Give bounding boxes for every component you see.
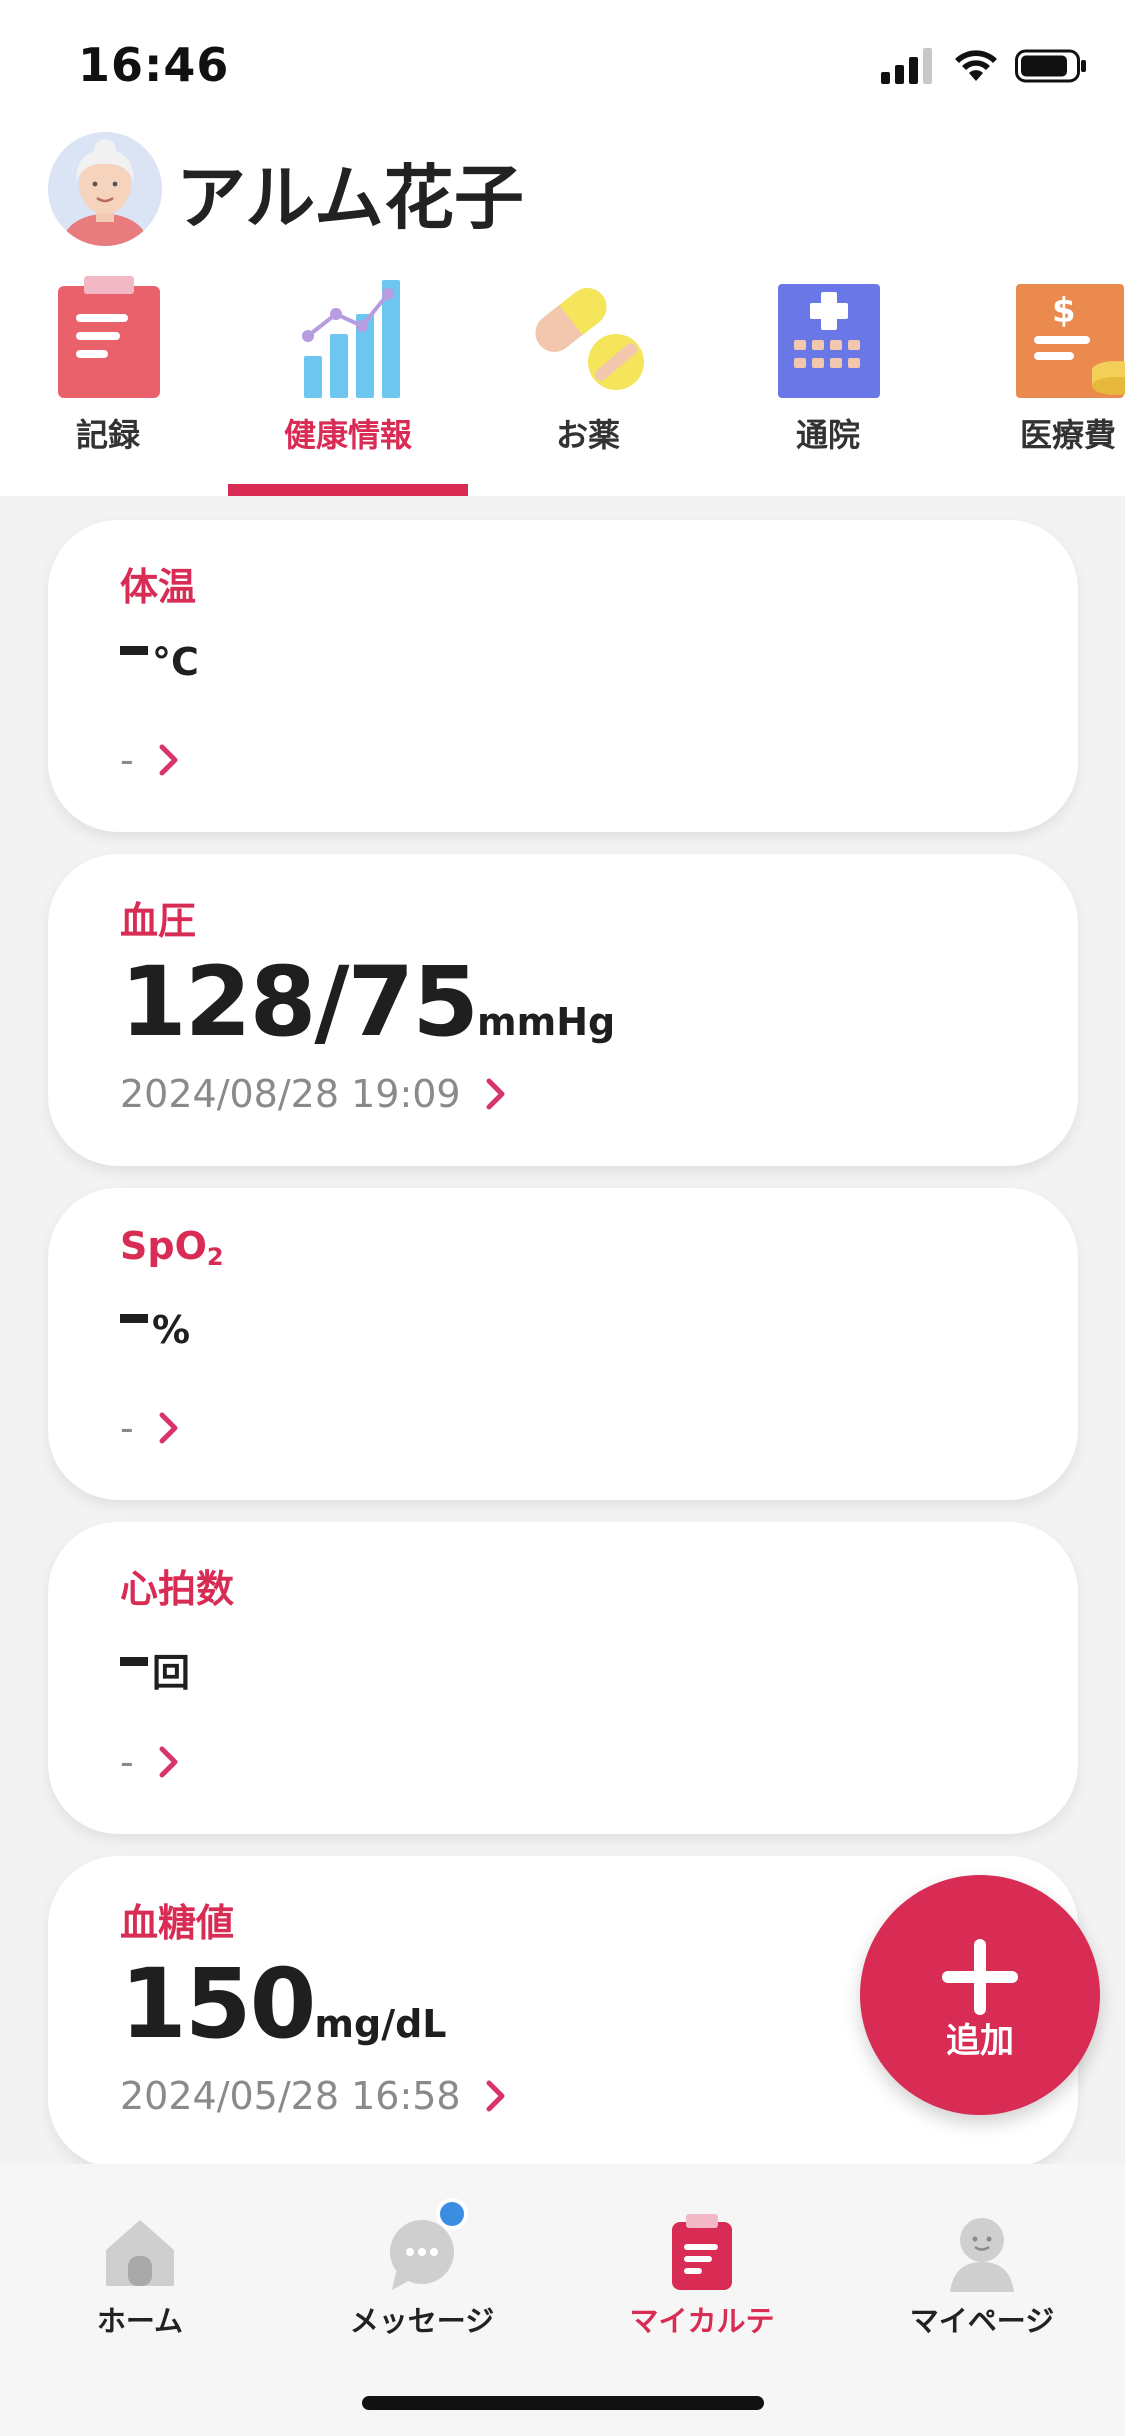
avatar [48,132,162,246]
card-title: SpO2 [120,1224,224,1271]
card-value: % [120,1308,190,1352]
active-tab-indicator [228,484,468,496]
wifi-icon [955,50,997,81]
card-date: - [120,1406,180,1454]
card-value: 回 [120,1642,190,1697]
pill-icon [535,288,644,390]
chart-icon [302,280,400,398]
card-number: 150 [120,1948,316,2060]
nav-my-page[interactable]: マイページ [842,2212,1122,2352]
chevron-right-icon [158,1410,180,1454]
tab-label: お薬 [555,416,620,454]
empty-value-dash [120,646,148,655]
tab-hospital-visit[interactable]: 通院 [708,262,948,496]
tab-label: 健康情報 [283,416,412,454]
chevron-right-icon [485,2078,507,2122]
card-date: 2024/08/28 19:09 [120,1072,507,1120]
nav-label: ホーム [96,2304,184,2338]
card-date-text: 2024/05/28 16:58 [120,2074,461,2118]
card-date-text: - [120,1740,134,1784]
home-icon [106,2220,174,2286]
card-date-text: - [120,1406,134,1450]
tab-record[interactable]: 記録 [0,262,228,496]
card-spo2[interactable]: SpO2 % - [48,1188,1078,1500]
notification-badge [436,2198,468,2230]
empty-value-dash [120,1657,148,1666]
card-heart-rate[interactable]: 心拍数 回 - [48,1522,1078,1834]
hospital-icon [778,284,880,398]
card-unit: 回 [152,1651,191,1695]
card-date: 2024/05/28 16:58 [120,2074,507,2122]
card-title: 体温 [120,565,197,609]
tab-label: 通院 [795,416,860,454]
nav-label: マイページ [909,2304,1055,2338]
card-blood-pressure[interactable]: 血圧 128/75mmHg 2024/08/28 19:09 [48,854,1078,1166]
card-date-text: 2024/08/28 19:09 [120,1072,461,1116]
card-date: - [120,1740,180,1788]
user-name: アルム花子 [176,157,524,239]
nav-my-chart[interactable]: マイカルテ [562,2212,842,2352]
status-time: 16:46 [78,38,230,92]
add-button-label: 追加 [946,2021,1014,2061]
person-icon [950,2218,1014,2292]
svg-text:$: $ [1052,291,1076,331]
status-bar: 16:46 [0,0,1125,130]
medical-bill-icon: $ [1016,284,1125,398]
card-date-text: - [120,738,134,782]
battery-icon [1015,49,1086,83]
card-unit: mmHg [477,1000,616,1044]
category-tabs: 記録 健康情報 お薬 通院 $ 医療費 [0,262,1125,496]
chart-record-icon [672,2214,732,2290]
home-indicator [362,2396,764,2410]
tab-health-info[interactable]: 健康情報 [228,262,468,496]
card-unit: mg/dL [314,2002,447,2046]
empty-value-dash [120,1314,148,1323]
chevron-right-icon [158,1744,180,1788]
card-number: 128/75 [120,946,479,1058]
nav-message[interactable]: メッセージ [282,2198,562,2352]
card-title-subscript: 2 [206,1243,224,1271]
card-body-temperature[interactable]: 体温 °C - [48,520,1078,832]
plus-icon-vertical [974,1939,986,2015]
chevron-right-icon [485,1076,507,1120]
tab-label: 記録 [75,416,140,454]
tab-label: 医療費 [1019,416,1116,454]
card-title: 心拍数 [120,1567,235,1611]
card-unit: °C [152,640,199,684]
add-button[interactable]: 追加 [860,1875,1100,2115]
card-title: 血圧 [120,899,197,943]
chevron-right-icon [158,742,180,786]
nav-label: メッセージ [349,2304,495,2338]
tab-medical-expense[interactable]: $ 医療費 [948,262,1125,496]
tab-medicine[interactable]: お薬 [468,262,708,496]
card-value: 128/75mmHg [120,946,615,1058]
nav-label: マイカルテ [629,2304,775,2338]
signal-icon [881,48,932,84]
card-title-text: SpO [120,1224,207,1268]
clipboard-icon [58,276,160,398]
card-value: °C [120,640,199,684]
card-unit: % [152,1308,191,1352]
nav-home[interactable]: ホーム [0,2212,280,2352]
card-date: - [120,738,180,786]
card-value: 150mg/dL [120,1948,446,2060]
card-title: 血糖値 [120,1901,235,1945]
header-area: 16:46 アルム花子 記録 健康情報 お薬 通院 $ 医療費 [0,0,1125,496]
